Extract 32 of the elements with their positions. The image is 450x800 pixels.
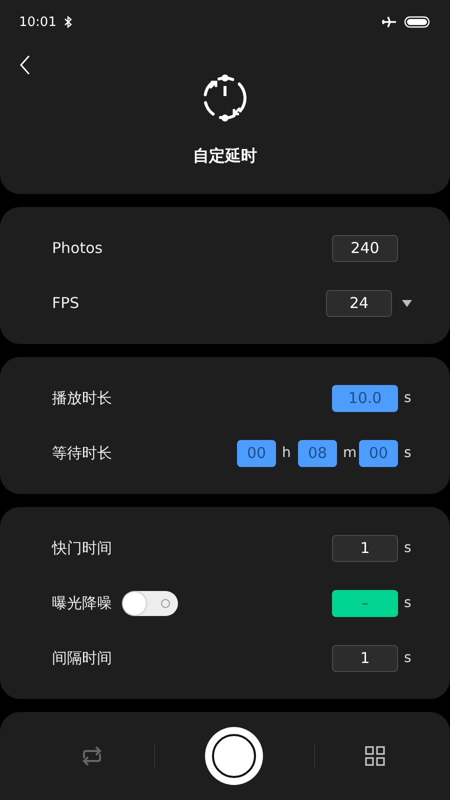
battery-icon [404,16,430,28]
grid-icon[interactable] [364,746,385,766]
value-field[interactable]: 00 [359,440,398,466]
unit-label: h [282,445,292,461]
unit-label: s [404,650,412,666]
unit-label: s [404,445,412,461]
airplane-icon [382,16,396,28]
value-field[interactable]: 00 [237,440,276,466]
value-field[interactable]: 08 [298,440,337,466]
setting-label: 等待时长 [52,444,112,462]
status-time: 10:01 [19,14,56,30]
value-field[interactable]: 10.0 [332,384,398,412]
setting-label: 曝光降噪 [52,594,112,612]
page-title: 自定延时 [193,146,257,167]
unit-label: s [404,595,412,611]
toggle-switch[interactable] [122,590,178,616]
value-field[interactable]: – [332,590,398,616]
value-field[interactable]: 1 [332,644,398,672]
unit-label: m [343,445,353,461]
unit-label: s [404,540,412,556]
setting-label: 播放时长 [52,388,112,408]
caret-icon[interactable] [402,300,412,306]
back-button[interactable] [18,53,32,77]
unit-label: s [404,390,412,406]
setting-label: Photos [52,239,103,257]
setting-label: FPS [52,294,80,312]
value-field[interactable]: 1 [332,534,398,562]
setting-label: 间隔时间 [52,648,112,668]
bluetooth-icon [64,16,72,28]
setting-label: 快门时间 [52,538,112,558]
value-field[interactable]: 240 [332,234,398,262]
value-field[interactable]: 24 [326,290,392,316]
